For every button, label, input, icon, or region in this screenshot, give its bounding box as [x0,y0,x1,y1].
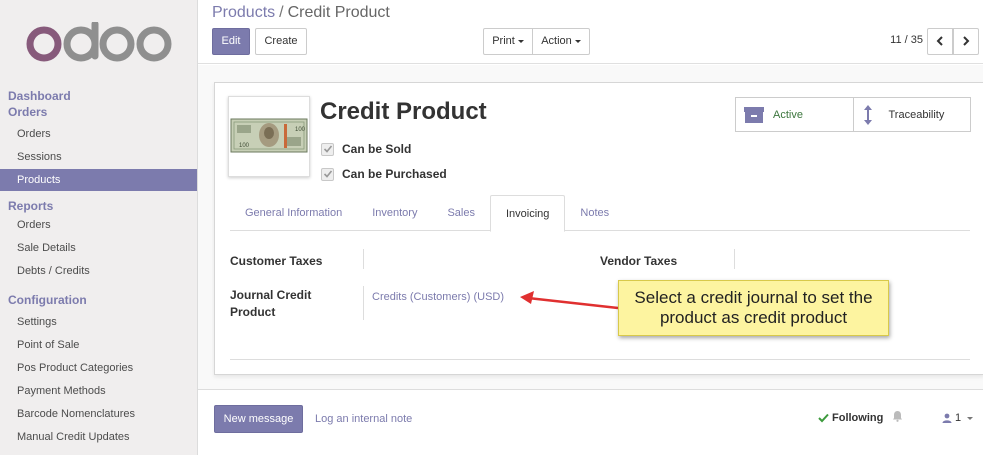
field-divider [363,249,364,269]
sidebar-item-barcode-nomenclatures[interactable]: Barcode Nomenclatures [0,403,197,425]
arrows-vertical-icon [863,104,872,125]
sidebar-item-products[interactable]: Products [0,169,197,191]
can-be-sold-checkbox[interactable] [321,142,334,156]
menu-header-orders[interactable]: Orders [0,104,197,120]
action-label: Action [541,35,572,47]
caret-down-icon [517,39,524,43]
svg-text:100: 100 [239,143,250,149]
can-be-purchased-checkbox[interactable] [321,167,334,181]
sidebar-item-payment-methods[interactable]: Payment Methods [0,380,197,402]
followers-dropdown[interactable]: 1 [942,412,974,424]
followers-count: 1 [955,412,962,424]
tab-inventory[interactable]: Inventory [357,195,432,231]
sidebar-item-debts-credits[interactable]: Debts / Credits [0,260,197,282]
product-name: Credit Product [320,98,487,125]
following-button[interactable]: Following [818,412,883,424]
check-icon [818,413,829,423]
sidebar-item-sale-details[interactable]: Sale Details [0,237,197,259]
annotation-callout: Select a credit journal to set the produ… [618,280,889,336]
active-label: Active [773,108,803,121]
customer-taxes-label: Customer Taxes [230,254,323,268]
archive-icon [744,106,764,123]
breadcrumb: Products / Credit Product [212,4,390,22]
log-internal-note-link[interactable]: Log an internal note [315,413,412,425]
new-message-button[interactable]: New message [214,405,303,433]
journal-credit-product-value[interactable]: Credits (Customers) (USD) [372,291,504,303]
traceability-label: Traceability [888,108,945,121]
sidebar-item-report-orders[interactable]: Orders [0,214,197,236]
edit-button[interactable]: Edit [212,28,250,55]
caret-down-icon [574,39,581,43]
sidebar-item-point-of-sale[interactable]: Point of Sale [0,334,197,356]
stat-buttons: Active Traceability [735,97,971,132]
caret-down-icon [967,416,974,420]
svg-text:100: 100 [295,127,306,133]
traceability-button[interactable]: Traceability [852,98,971,131]
journal-credit-product-label: Journal Credit Product [230,288,312,319]
print-dropdown[interactable]: Print [483,28,533,55]
action-dropdown[interactable]: Action [532,28,590,55]
field-divider [734,249,735,269]
sidebar-item-pos-product-categories[interactable]: Pos Product Categories [0,357,197,379]
menu-group-configuration: Configuration Settings Point of Sale Pos… [0,292,197,448]
odoo-logo[interactable] [24,22,174,64]
sidebar-item-settings[interactable]: Settings [0,311,197,333]
sheet-bottom-divider [230,359,970,360]
create-button[interactable]: Create [255,28,307,55]
breadcrumb-current: Credit Product [287,4,390,21]
print-label: Print [492,35,515,47]
can-be-sold-label: Can be Sold [342,142,412,156]
product-image[interactable]: 100 100 [228,96,310,177]
menu-group-reports: Reports Orders Sale Details Debts / Cred… [0,198,197,282]
sidebar-item-orders[interactable]: Orders [0,123,197,145]
can-be-purchased-field: Can be Purchased [321,165,447,183]
check-icon [323,170,332,178]
following-label: Following [832,412,884,424]
can-be-sold-field: Can be Sold [321,140,411,158]
sidebar-item-sessions[interactable]: Sessions [0,146,197,168]
vendor-taxes-label: Vendor Taxes [600,254,678,268]
bell-icon[interactable] [892,410,903,422]
chevron-left-icon [936,36,943,46]
breadcrumb-products-link[interactable]: Products [212,4,275,21]
can-be-purchased-label: Can be Purchased [342,167,447,181]
control-panel: Products / Credit Product Edit Create Prin… [198,0,983,64]
tab-invoicing[interactable]: Invoicing [490,195,566,232]
pager-next-button[interactable] [953,28,979,55]
tab-notes[interactable]: Notes [565,195,624,231]
chatter: New message Log an internal note Followi… [198,391,983,455]
pager-value[interactable]: 11 / 35 [890,34,923,46]
field-divider [363,286,364,320]
red-arrow-icon [520,291,619,310]
sidebar-item-manual-credit-updates[interactable]: Manual Credit Updates [0,426,197,448]
user-icon [942,413,952,423]
dollar-bill-image: 100 100 [230,118,308,153]
tab-sales[interactable]: Sales [432,195,490,231]
tab-general-information[interactable]: General Information [230,195,357,231]
menu-header-reports[interactable]: Reports [0,198,197,214]
breadcrumb-separator: / [279,4,284,21]
menu-group-orders: Dashboard Orders Orders Sessions Product… [0,88,197,191]
chevron-right-icon [963,36,970,46]
check-icon [323,145,332,153]
active-toggle-button[interactable]: Active [736,98,853,131]
menu-dashboard[interactable]: Dashboard [0,88,197,104]
sidebar: Dashboard Orders Orders Sessions Product… [0,0,198,455]
pager-previous-button[interactable] [927,28,953,55]
menu-header-configuration[interactable]: Configuration [0,292,197,308]
notebook-tabs: General Information Inventory Sales Invo… [230,195,970,232]
